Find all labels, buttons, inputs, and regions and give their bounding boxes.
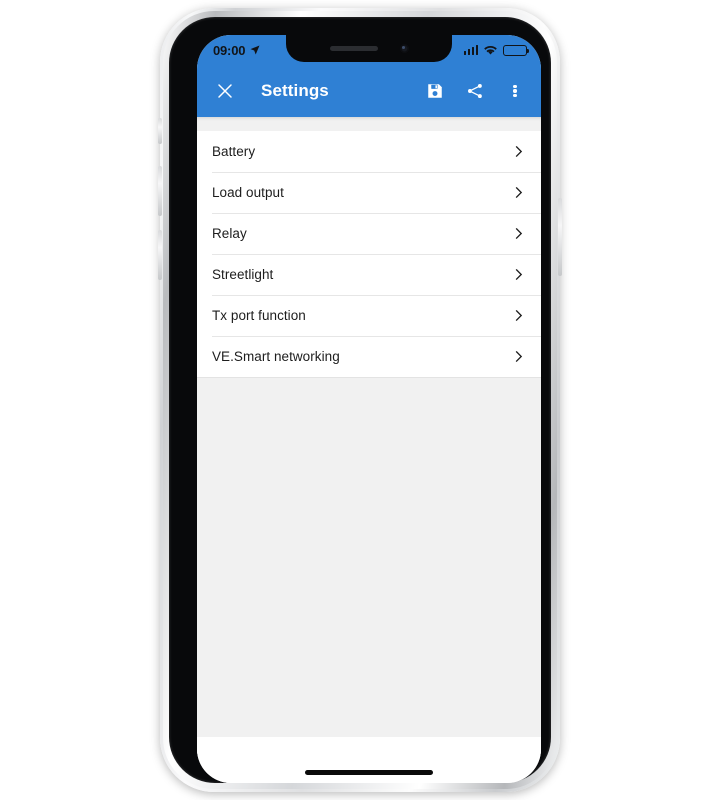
settings-item-label: Load output (212, 185, 284, 200)
list-top-spacer (197, 117, 541, 131)
save-floppy-icon (428, 84, 442, 98)
chevron-right-icon (510, 267, 526, 283)
earpiece-speaker (329, 46, 378, 51)
close-button[interactable] (205, 71, 245, 111)
more-vertical-icon (513, 83, 517, 98)
front-camera (399, 44, 409, 53)
device-notch (286, 35, 452, 62)
device-bezel: 09:00 Settings Battery Load output Relay… (169, 17, 551, 783)
phone-device-frame: 09:00 Settings Battery Load output Relay… (158, 8, 562, 792)
settings-item-label: Battery (212, 144, 256, 159)
settings-list-item[interactable]: Streetlight (197, 254, 541, 295)
settings-list: Battery Load output Relay Streetlight Tx por… (197, 131, 541, 378)
silent-switch[interactable] (158, 118, 162, 144)
phone-screen: 09:00 Settings Battery Load output Relay… (197, 35, 541, 783)
overflow-button[interactable] (495, 71, 535, 111)
settings-list-item[interactable]: Load output (197, 172, 541, 213)
share-icon (468, 83, 482, 99)
close-icon (218, 84, 232, 98)
home-indicator-area (197, 737, 541, 783)
chevron-right-icon (510, 226, 526, 242)
cellular-signal-icon (463, 45, 478, 55)
settings-list-item[interactable]: Battery (197, 131, 541, 172)
settings-item-label: Tx port function (212, 308, 306, 323)
status-time: 09:00 (213, 42, 246, 58)
app-bar: Settings (197, 65, 541, 117)
home-indicator[interactable] (305, 770, 433, 775)
page-title: Settings (261, 81, 329, 100)
status-bar-right (463, 44, 529, 56)
settings-list-item[interactable]: VE.Smart networking (197, 336, 541, 377)
volume-up-button[interactable] (158, 166, 162, 216)
settings-item-label: VE.Smart networking (212, 349, 340, 364)
chevron-right-icon (510, 308, 526, 324)
battery-full-icon (503, 44, 529, 56)
chevron-right-icon (510, 185, 526, 201)
settings-list-item[interactable]: Relay (197, 213, 541, 254)
settings-page-body: Battery Load output Relay Streetlight Tx por… (197, 117, 541, 783)
share-button[interactable] (455, 71, 495, 111)
settings-item-label: Relay (212, 226, 247, 241)
wifi-icon (484, 46, 497, 55)
chevron-right-icon (510, 144, 526, 160)
save-button[interactable] (415, 71, 455, 111)
power-button[interactable] (558, 198, 562, 276)
settings-item-label: Streetlight (212, 267, 274, 282)
settings-list-item[interactable]: Tx port function (197, 295, 541, 336)
location-arrow-icon (250, 45, 260, 55)
volume-down-button[interactable] (158, 230, 162, 280)
chevron-right-icon (510, 349, 526, 365)
status-bar-left: 09:00 (213, 43, 261, 58)
